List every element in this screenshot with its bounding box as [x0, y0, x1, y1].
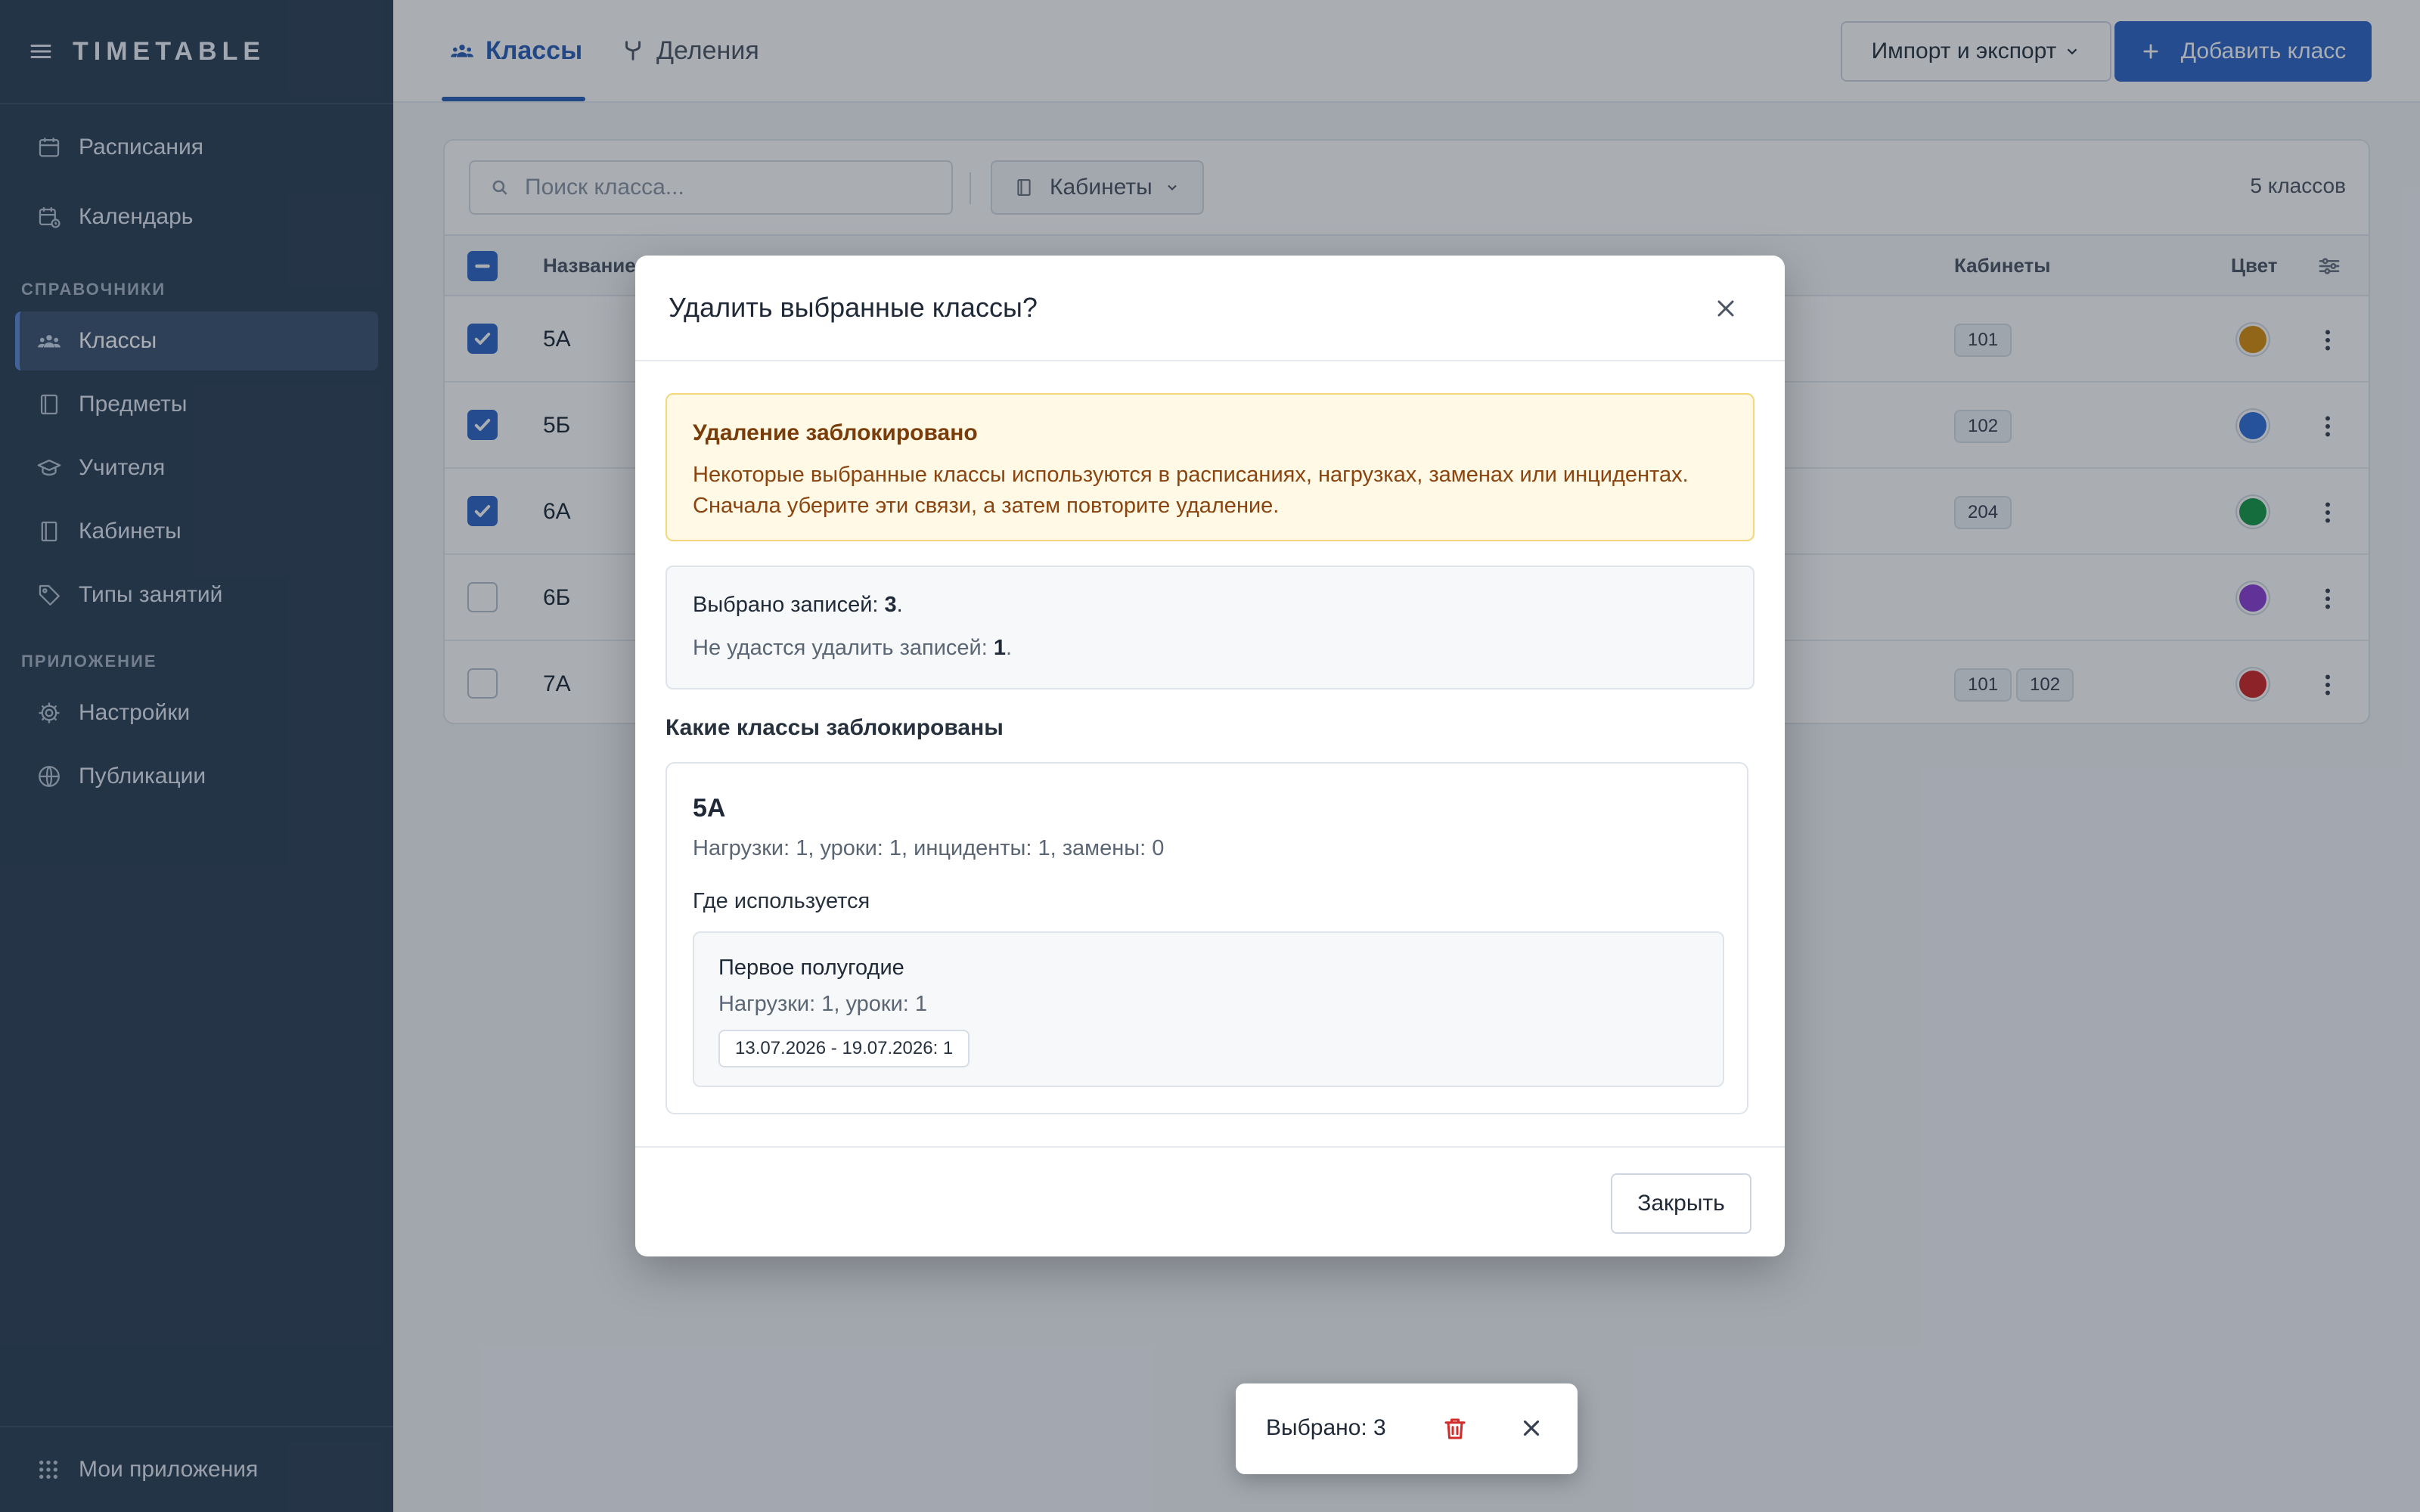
warning-title: Удаление заблокировано: [693, 420, 978, 445]
warning-line: Сначала уберите эти связи, а затем повто…: [693, 494, 1280, 518]
selection-count: Выбрано: 3: [1266, 1415, 1386, 1440]
blocked-count: 1: [993, 636, 1006, 660]
period: .: [1006, 636, 1013, 660]
warning-line: Некоторые выбранные классы используются …: [693, 463, 1689, 487]
date-range-chip: 13.07.2026 - 19.07.2026: 1: [718, 1030, 970, 1067]
close-icon[interactable]: [1712, 295, 1739, 322]
selected-count-line: Выбрано записей: 3.: [693, 593, 1727, 618]
dialog-footer: Закрыть: [635, 1146, 1785, 1256]
usage-title: Первое полугодие: [718, 956, 904, 980]
close-icon[interactable]: [1519, 1415, 1544, 1441]
dialog-header: Удалить выбранные классы?: [635, 256, 1785, 361]
period: .: [896, 593, 903, 617]
where-used-label: Где используется: [693, 889, 870, 913]
usage-card: Первое полугодие Нагрузки: 1, уроки: 1 1…: [693, 931, 1724, 1087]
close-button[interactable]: Закрыть: [1611, 1173, 1751, 1234]
blocked-count-line: Не удастся удалить записей: 1.: [693, 636, 1727, 661]
blocked-heading: Какие классы заблокированы: [666, 715, 1004, 740]
blocked-class-stats: Нагрузки: 1, уроки: 1, инциденты: 1, зам…: [693, 836, 1165, 860]
blocked-warning: Удаление заблокировано Некоторые выбранн…: [666, 393, 1754, 541]
selection-summary: Выбрано записей: 3. Не удастся удалить з…: [666, 565, 1754, 689]
usage-stats: Нагрузки: 1, уроки: 1: [718, 992, 928, 1016]
blocked-class-card: 5А Нагрузки: 1, уроки: 1, инциденты: 1, …: [666, 762, 1748, 1114]
delete-classes-dialog: Удалить выбранные классы? Удаление забло…: [635, 256, 1785, 1256]
selected-prefix: Выбрано записей:: [693, 593, 885, 617]
selection-toolbar: Выбрано: 3: [1236, 1383, 1578, 1474]
trash-icon[interactable]: [1441, 1414, 1469, 1444]
blocked-class-name: 5А: [693, 794, 726, 823]
blocked-prefix: Не удастся удалить записей:: [693, 636, 994, 660]
selected-count: 3: [884, 593, 897, 617]
dialog-title: Удалить выбранные классы?: [669, 292, 1038, 323]
